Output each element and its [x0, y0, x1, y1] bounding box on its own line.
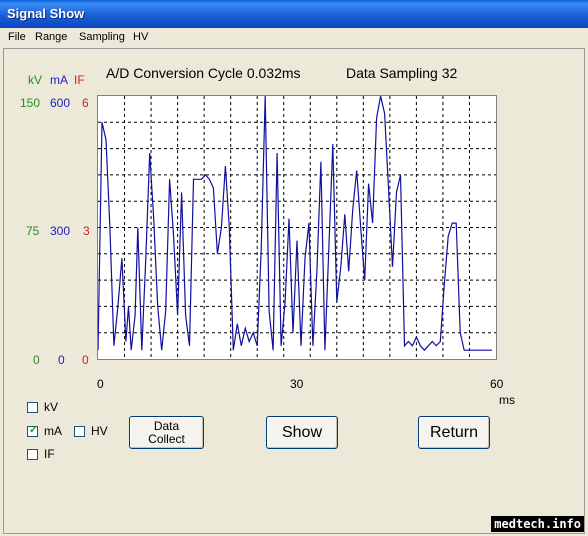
conversion-cycle-label: A/D Conversion Cycle 0.032ms: [106, 65, 301, 81]
kv-min: 0: [33, 353, 40, 367]
menu-file[interactable]: File: [8, 31, 26, 43]
return-button[interactable]: Return: [418, 416, 490, 449]
ma-min: 0: [58, 353, 65, 367]
show-button[interactable]: Show: [266, 416, 338, 449]
checkbox-kv-label: kV: [44, 400, 59, 414]
x-tick-30: 30: [290, 377, 304, 391]
checkbox-kv[interactable]: kV: [27, 400, 58, 414]
x-tick-60: 60: [490, 377, 504, 391]
ma-mid: 300: [50, 224, 71, 238]
signal-plot: [97, 95, 497, 360]
if-max: 6: [82, 96, 89, 110]
checkbox-ma[interactable]: ✓ mA: [27, 424, 62, 438]
if-mid: 3: [83, 224, 90, 238]
checkbox-if-label: IF: [44, 447, 55, 461]
checkbox-hv[interactable]: HV: [74, 424, 108, 438]
menu-sampling[interactable]: Sampling: [79, 31, 125, 43]
checkbox-if[interactable]: IF: [27, 447, 55, 461]
menu-hv[interactable]: HV: [133, 31, 148, 43]
checkbox-ma-box[interactable]: ✓: [27, 423, 39, 437]
checkbox-ma-label: mA: [44, 424, 62, 438]
if-min: 0: [82, 353, 89, 367]
menu-range[interactable]: Range: [35, 31, 67, 43]
data-collect-button[interactable]: Data Collect: [129, 416, 204, 449]
checkbox-kv-box[interactable]: [27, 401, 38, 413]
checkmark-icon: ✓: [28, 423, 39, 436]
watermark-text: medtech.info: [491, 516, 584, 532]
ma-max: 600: [50, 96, 71, 110]
window-title: Signal Show: [7, 6, 85, 21]
kv-mid: 75: [26, 224, 40, 238]
x-unit: ms: [499, 393, 515, 407]
title-bar: Signal Show: [0, 0, 588, 28]
checkbox-hv-box[interactable]: [74, 425, 85, 437]
checkbox-if-box[interactable]: [27, 448, 38, 460]
unit-ma: mA: [50, 73, 68, 87]
x-tick-0: 0: [97, 377, 104, 391]
series-line-ma: [97, 95, 492, 352]
unit-if: IF: [74, 73, 85, 87]
menu-bar: File Range Sampling HV: [0, 28, 588, 47]
checkbox-hv-label: HV: [91, 424, 108, 438]
data-sampling-label: Data Sampling 32: [346, 65, 458, 81]
signal-chart-svg: [97, 95, 496, 359]
unit-kv: kV: [28, 73, 43, 87]
kv-max: 150: [20, 96, 41, 110]
